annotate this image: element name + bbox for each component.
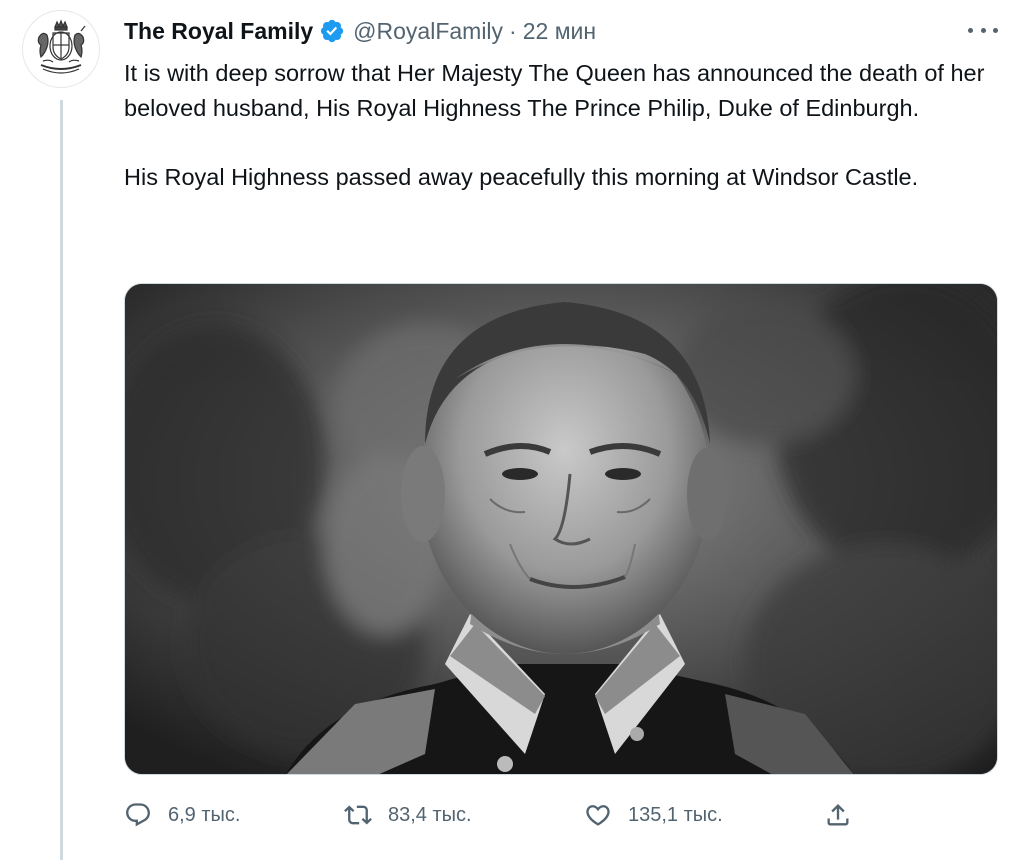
more-dot — [980, 27, 986, 33]
separator-dot: · — [509, 17, 517, 44]
share-button[interactable] — [824, 795, 868, 835]
tweet-text: It is with deep sorrow that Her Majesty … — [124, 56, 1004, 194]
royal-coat-of-arms-icon — [37, 19, 86, 74]
more-options-icon[interactable] — [968, 20, 998, 40]
tweet-timestamp[interactable]: 22 мин — [523, 18, 596, 45]
tweet-actions: 6,9 тыс. 83,4 тыс. 135,1 тыс. — [124, 795, 884, 835]
retweet-icon — [344, 805, 372, 825]
more-dot — [993, 27, 998, 33]
like-button[interactable]: 135,1 тыс. — [584, 795, 723, 835]
tweet-paragraph: It is with deep sorrow that Her Majesty … — [124, 60, 985, 121]
like-count: 135,1 тыс. — [628, 803, 723, 826]
thread-line — [60, 100, 63, 860]
author-display-name[interactable]: The Royal Family — [124, 18, 313, 45]
reply-count: 6,9 тыс. — [168, 803, 241, 826]
reply-button[interactable]: 6,9 тыс. — [124, 795, 240, 835]
more-dot — [968, 27, 973, 33]
tweet-paragraph: His Royal Highness passed away peacefull… — [124, 163, 919, 190]
verified-badge-icon — [321, 19, 344, 43]
retweet-button[interactable]: 83,4 тыс. — [344, 795, 472, 835]
heart-icon — [586, 805, 610, 826]
tweet[interactable]: The Royal Family @RoyalFamily · 22 мин I… — [0, 0, 1024, 860]
share-icon — [827, 804, 849, 826]
portrait-photo — [125, 284, 997, 774]
tweet-header: The Royal Family @RoyalFamily · 22 мин — [124, 14, 596, 48]
reply-icon — [126, 803, 150, 827]
author-handle[interactable]: @RoyalFamily — [353, 18, 503, 45]
avatar[interactable] — [22, 10, 100, 88]
tweet-photo[interactable] — [124, 283, 998, 775]
retweet-count: 83,4 тыс. — [388, 803, 472, 826]
